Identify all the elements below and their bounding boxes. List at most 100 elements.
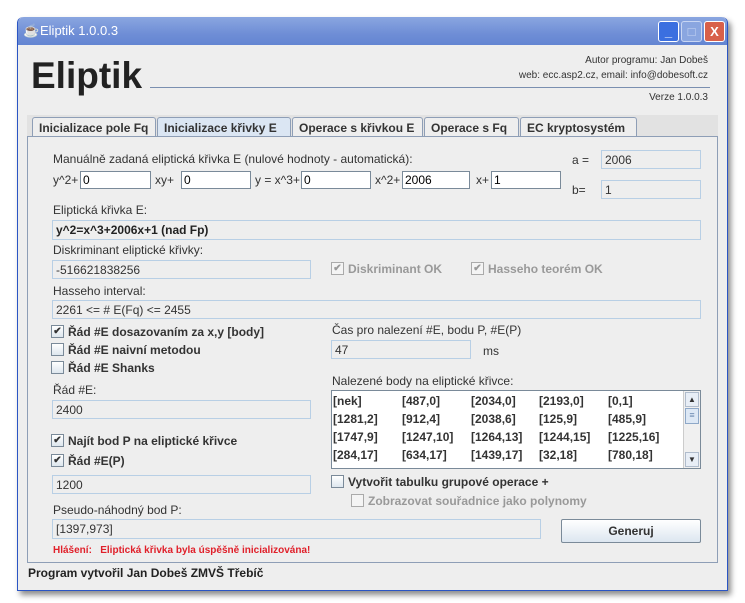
java-icon: ☕ [23, 23, 40, 38]
y2-input[interactable] [80, 171, 151, 189]
tab-crypto[interactable]: EC kryptosystém [520, 117, 637, 137]
point-item[interactable]: [32,18] [539, 448, 577, 462]
hasse-ok-checkbox: ✔ Hasseho teorém OK [471, 261, 603, 276]
disc-value: -516621838256 [52, 260, 311, 279]
curve-label: Eliptická křivka E: [53, 203, 148, 217]
header-divider [150, 87, 710, 88]
tab-field-ops[interactable]: Operace s Fq [424, 117, 519, 137]
order-naive-checkbox[interactable]: Řád #E naivní metodou [51, 342, 201, 357]
tab-field-init[interactable]: Inicializace pole Fq [32, 117, 156, 137]
find-p-label: Najít bod P na eliptické křivce [68, 433, 238, 448]
a-value: 2006 [601, 150, 701, 169]
xy-input[interactable] [181, 171, 251, 189]
point-item[interactable]: [1747,9] [333, 430, 378, 444]
checkbox-box [351, 494, 364, 508]
point-item[interactable]: [nek] [333, 394, 362, 408]
y2-label: y^2+ [53, 173, 79, 187]
footer-text: Program vytvořil Jan Dobeš ZMVŠ Třebíč [28, 566, 264, 580]
tab-curve-init[interactable]: Inicializace křivky E [157, 117, 291, 137]
x3-label: y = x^3+ [255, 173, 300, 187]
polynomials-label: Zobrazovat souřadnice jako polynomy [368, 493, 587, 508]
order-p-value: 1200 [52, 475, 311, 494]
checkbox-box [51, 361, 64, 375]
x2-input[interactable] [402, 171, 470, 189]
scroll-down-icon[interactable]: ▼ [685, 452, 699, 467]
time-unit: ms [483, 344, 499, 358]
check-icon: ✔ [471, 262, 484, 276]
point-item[interactable]: [912,4] [402, 412, 440, 426]
scroll-thumb[interactable]: ≡ [685, 408, 699, 424]
check-icon: ✔ [51, 434, 64, 448]
contact-text: web: ecc.asp2.cz, email: info@dobesoft.c… [518, 70, 708, 81]
point-item[interactable]: [2034,0] [471, 394, 516, 408]
disc-ok-checkbox: ✔ Diskriminant OK [331, 261, 442, 276]
checkbox-box [331, 475, 344, 489]
hasse-value: 2261 <= # E(Fq) <= 2455 [52, 300, 701, 319]
order-shanks-checkbox[interactable]: Řád #E Shanks [51, 360, 155, 375]
author-text: Autor programu: Jan Dobeš [585, 55, 708, 66]
point-item[interactable]: [1439,17] [471, 448, 522, 462]
time-value: 47 [331, 340, 471, 359]
b-value: 1 [601, 180, 701, 199]
hasse-label: Hasseho interval: [53, 284, 146, 298]
x3-input[interactable] [301, 171, 371, 189]
xy-label: xy+ [155, 173, 175, 187]
tab-curve-ops[interactable]: Operace s křivkou E [292, 117, 423, 137]
points-list[interactable]: [nek] [487,0] [2034,0] [2193,0] [0,1] [1281,2… [331, 390, 701, 469]
point-item[interactable]: [780,18] [608, 448, 653, 462]
point-item[interactable]: [1244,15] [539, 430, 590, 444]
maximize-button[interactable]: □ [681, 21, 702, 42]
find-point-checkbox[interactable]: ✔ Najít bod P na eliptické křivce [51, 433, 237, 448]
points-scrollbar[interactable]: ▲ ≡ ▼ [683, 391, 700, 468]
title-bar[interactable]: ☕ Eliptik 1.0.0.3 _ □ X [18, 17, 727, 45]
hasse-ok-label: Hasseho teorém OK [488, 261, 603, 276]
point-item[interactable]: [2193,0] [539, 394, 584, 408]
point-item[interactable]: [125,9] [539, 412, 577, 426]
point-item[interactable]: [1225,16] [608, 430, 659, 444]
check-icon: ✔ [51, 325, 64, 339]
window-title: Eliptik 1.0.0.3 [40, 23, 119, 38]
point-item[interactable]: [0,1] [608, 394, 633, 408]
checkbox-box [51, 343, 64, 357]
point-label: Pseudo-náhodný bod P: [53, 503, 182, 517]
close-button[interactable]: X [704, 21, 725, 42]
point-item[interactable]: [1264,13] [471, 430, 522, 444]
point-value: [1397,973] [52, 519, 541, 539]
order-label: Řád #E: [53, 383, 97, 397]
generate-button[interactable]: Generuj [561, 519, 701, 543]
b-label: b= [572, 183, 586, 197]
check-icon: ✔ [51, 454, 64, 468]
point-item[interactable]: [2038,6] [471, 412, 516, 426]
x-input[interactable] [491, 171, 561, 189]
points-label: Nalezené body na eliptické křivce: [332, 374, 514, 388]
time-label: Čas pro nalezení #E, bodu P, #E(P) [332, 323, 522, 337]
order-value: 2400 [52, 400, 311, 419]
order-substitution-checkbox[interactable]: ✔ Řád #E dosazovaním za x,y [body] [51, 324, 264, 339]
app-logo-title: Eliptik [31, 55, 143, 96]
status-message: Hlášení: Eliptická křivka byla úspěšně i… [53, 545, 311, 556]
minimize-button[interactable]: _ [658, 21, 679, 42]
version-text: Verze 1.0.0.3 [649, 92, 708, 103]
curve-value: y^2=x^3+2006x+1 (nad Fp) [52, 220, 701, 240]
polynomials-checkbox: Zobrazovat souřadnice jako polynomy [351, 493, 587, 508]
group-table-checkbox[interactable]: Vytvořit tabulku grupové operace + [331, 474, 549, 489]
opt1-label: Řád #E dosazovaním za x,y [body] [68, 324, 265, 339]
point-item[interactable]: [634,17] [402, 448, 447, 462]
point-item[interactable]: [284,17] [333, 448, 378, 462]
point-item[interactable]: [485,9] [608, 412, 646, 426]
point-item[interactable]: [1247,10] [402, 430, 453, 444]
manual-label: Manuálně zadaná eliptická křivka E (nulo… [53, 152, 413, 166]
point-item[interactable]: [487,0] [402, 394, 440, 408]
x2-label: x^2+ [375, 173, 401, 187]
x-label: x+ [476, 173, 490, 187]
order-p-checkbox[interactable]: ✔ Řád #E(P) [51, 453, 125, 468]
point-item[interactable]: [1281,2] [333, 412, 378, 426]
disc-ok-label: Diskriminant OK [348, 261, 443, 276]
check-icon: ✔ [331, 262, 344, 276]
order-p-label: Řád #E(P) [68, 453, 125, 468]
scroll-up-icon[interactable]: ▲ [685, 392, 699, 407]
disc-label: Diskriminant eliptické křivky: [53, 243, 204, 257]
opt2-label: Řád #E naivní metodou [68, 342, 201, 357]
a-label: a = [572, 153, 590, 167]
opt3-label: Řád #E Shanks [68, 360, 155, 375]
